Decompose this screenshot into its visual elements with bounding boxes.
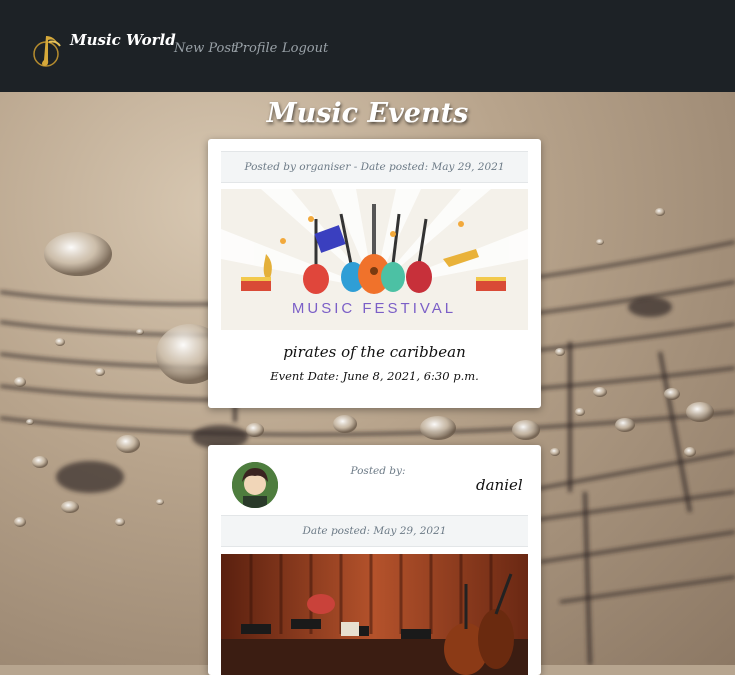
post-meta: Posted by organiser - Date posted: May 2… [221, 151, 528, 183]
posted-by-label: Posted by: [350, 465, 406, 477]
post-date: Date posted: May 29, 2021 [221, 515, 528, 547]
festival-image-text: MUSIC FESTIVAL [292, 300, 456, 317]
nav-new-post-link[interactable]: New Post [174, 41, 236, 56]
music-note-logo-icon[interactable] [32, 30, 64, 70]
orchestra-image[interactable] [221, 554, 528, 675]
music-festival-image[interactable]: MUSIC FESTIVAL [221, 189, 528, 330]
user-avatar[interactable] [232, 462, 278, 508]
event-title[interactable]: pirates of the caribbean [208, 343, 541, 361]
username-link[interactable]: daniel [476, 476, 523, 494]
event-date: Event Date: June 8, 2021, 6:30 p.m. [270, 369, 479, 383]
user-post-card: Posted by: daniel Date posted: May 29, 2… [208, 445, 541, 675]
navbar: Music World New Post Profile Logout [0, 0, 735, 92]
brand-link[interactable]: Music World [70, 31, 176, 49]
nav-logout-link[interactable]: Logout [282, 41, 328, 56]
nav-profile-link[interactable]: Profile [234, 41, 277, 56]
page-title: Music Events [266, 98, 469, 129]
event-post-card: Posted by organiser - Date posted: May 2… [208, 139, 541, 408]
